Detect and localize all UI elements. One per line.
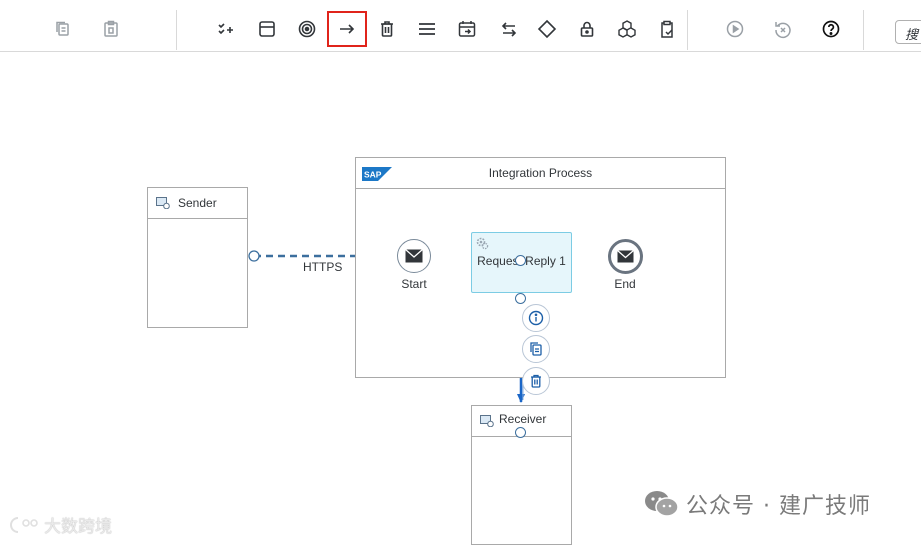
process-header: SAP Integration Process xyxy=(356,158,725,189)
delete-icon xyxy=(531,374,541,388)
menu-lines-icon[interactable] xyxy=(407,11,447,47)
sender-participant[interactable]: Sender xyxy=(147,187,248,328)
info-icon xyxy=(528,310,544,326)
end-event[interactable] xyxy=(608,239,643,274)
receiver-participant[interactable]: Receiver xyxy=(471,405,572,545)
toolbar: 搜 xyxy=(0,0,921,52)
task-bottom-handle[interactable] xyxy=(515,293,526,304)
wechat-icon xyxy=(645,491,679,517)
info-button[interactable] xyxy=(522,304,550,332)
checklist-add-icon[interactable] xyxy=(207,11,247,47)
participant-icon xyxy=(480,415,494,427)
container-icon[interactable] xyxy=(247,11,287,47)
lock-icon[interactable] xyxy=(567,11,607,47)
end-event-label: End xyxy=(614,277,636,291)
task-connection-handle[interactable] xyxy=(515,255,526,266)
connect-arrow-icon[interactable] xyxy=(327,11,367,47)
delete-button[interactable] xyxy=(522,367,550,395)
receiver-label: Receiver xyxy=(499,412,547,426)
help-icon[interactable] xyxy=(811,11,851,47)
receiver-connection-handle[interactable] xyxy=(515,427,526,438)
start-event[interactable] xyxy=(397,239,431,273)
envelope-icon xyxy=(405,249,423,263)
envelope-icon xyxy=(617,250,634,263)
sender-header: Sender xyxy=(148,188,247,219)
undo-delete-icon[interactable] xyxy=(763,11,803,47)
cubes-icon[interactable] xyxy=(607,11,647,47)
process-title: Integration Process xyxy=(488,166,593,180)
participant-icon xyxy=(156,197,170,209)
target-icon[interactable] xyxy=(287,11,327,47)
connection-label: HTTPS xyxy=(303,260,343,274)
copy-icon xyxy=(530,342,542,356)
connection-start-handle[interactable] xyxy=(248,250,260,262)
start-event-label: Start xyxy=(401,277,427,291)
run-icon[interactable] xyxy=(715,11,755,47)
toolbar-separator xyxy=(687,10,688,50)
wechat-watermark-text: 公众号 · 建广技师 xyxy=(686,494,871,519)
paste-icon[interactable] xyxy=(91,11,131,47)
gear-icon xyxy=(476,237,489,250)
wechat-watermark: 公众号 · 建广技师 xyxy=(644,488,871,520)
left-watermark: 大数跨境 xyxy=(8,512,112,537)
left-watermark-text: 大数跨境 xyxy=(44,517,112,537)
calendar-timer-icon[interactable] xyxy=(447,11,487,47)
toolbar-separator xyxy=(863,10,864,50)
clipboard-check-icon[interactable] xyxy=(647,11,687,47)
gateway-diamond-icon[interactable] xyxy=(527,11,567,47)
watermark-logo-icon xyxy=(10,516,38,533)
copy-icon[interactable] xyxy=(43,11,83,47)
search-input[interactable]: 搜 xyxy=(895,20,921,44)
copy-button[interactable] xyxy=(522,335,550,363)
swap-arrows-icon[interactable] xyxy=(489,11,529,47)
delete-icon[interactable] xyxy=(367,11,407,47)
sender-label: Sender xyxy=(178,196,217,210)
toolbar-separator xyxy=(176,10,177,50)
